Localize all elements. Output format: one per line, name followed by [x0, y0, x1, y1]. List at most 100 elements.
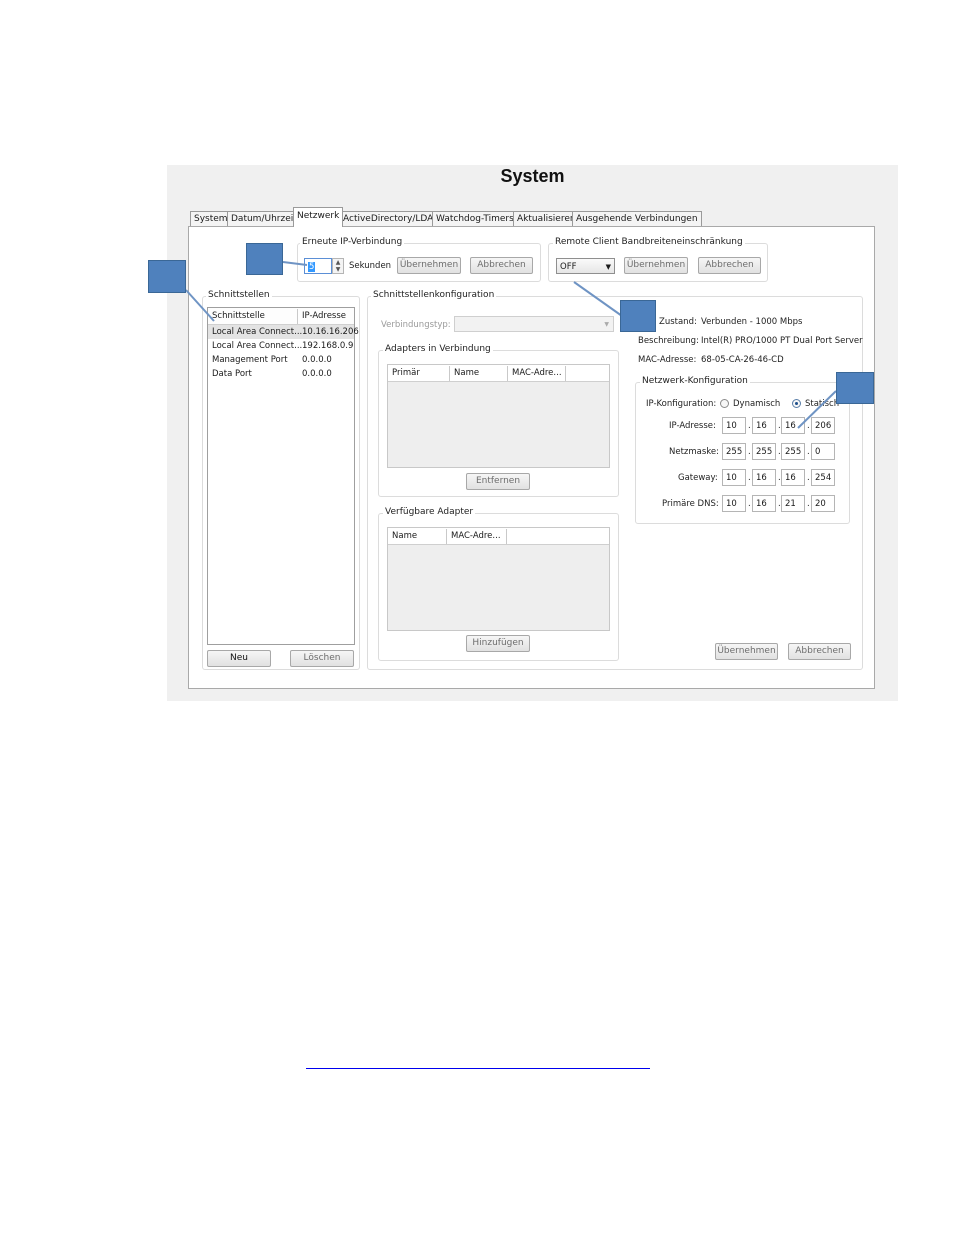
network-config-group-label: Netzwerk-Konfiguration: [640, 376, 750, 386]
mask-octet-2[interactable]: 255: [752, 443, 776, 460]
mac-value: 68-05-CA-26-46-CD: [701, 355, 784, 365]
column-header-mac[interactable]: MAC-Adre...: [508, 366, 566, 381]
interfaces-group-label: Schnittstellen: [206, 290, 272, 300]
bandwidth-select[interactable]: OFF ▼: [556, 258, 615, 274]
ip-config-label: IP-Konfiguration:: [646, 399, 717, 409]
reconnect-apply-button[interactable]: Übernehmen: [397, 257, 461, 274]
gateway-octet-2[interactable]: 16: [752, 469, 776, 486]
apply-button[interactable]: Übernehmen: [715, 643, 778, 660]
dynamic-radio[interactable]: [720, 399, 729, 408]
radio-selected-dot: [795, 402, 798, 405]
mask-octet-1[interactable]: 255: [722, 443, 746, 460]
interface-ip: 192.168.0.9: [302, 341, 354, 351]
interface-name: Management Port: [212, 355, 288, 365]
reconnect-spinner[interactable]: ▲ ▼: [332, 258, 344, 274]
dns-octet-2[interactable]: 16: [752, 495, 776, 512]
spinner-up-icon[interactable]: ▲: [333, 259, 343, 266]
column-header-primaer[interactable]: Primär: [388, 366, 450, 381]
interface-name: Local Area Connect...: [212, 341, 303, 351]
interface-name: Data Port: [212, 369, 252, 379]
connected-adapters-label: Adapters in Verbindung: [383, 344, 493, 354]
reconnect-cancel-button[interactable]: Abbrechen: [470, 257, 533, 274]
remove-adapter-button[interactable]: Entfernen: [466, 473, 530, 490]
table-row[interactable]: Management Port 0.0.0.0: [208, 353, 354, 367]
interfaces-list[interactable]: Schnittstelle IP-Adresse Local Area Conn…: [207, 307, 359, 645]
interface-ip: 0.0.0.0: [302, 355, 332, 365]
tab-watchdog-timers[interactable]: Watchdog-Timers: [432, 211, 518, 226]
column-header-name[interactable]: Name: [450, 366, 508, 381]
state-value: Verbunden - 1000 Mbps: [701, 317, 803, 327]
available-adapters-list[interactable]: Name MAC-Adre...: [387, 527, 610, 631]
bandwidth-selected-value: OFF: [560, 262, 577, 272]
table-row[interactable]: Local Area Connect... 10.16.16.206: [208, 325, 359, 339]
dns-dot: .: [748, 499, 751, 509]
mask-octet-4[interactable]: 0: [811, 443, 835, 460]
chevron-down-icon: ▼: [604, 321, 609, 328]
connection-type-select[interactable]: ▼: [454, 316, 614, 332]
mask-dot: .: [807, 447, 810, 457]
tab-ausgehende-verbindungen[interactable]: Ausgehende Verbindungen: [572, 211, 702, 226]
callout-marker-bandwidth: [620, 300, 656, 332]
callout-marker-interfaces: [148, 260, 186, 293]
available-adapters-header: Name MAC-Adre...: [388, 528, 609, 545]
hyperlink-underline[interactable]: [306, 1068, 650, 1069]
bandwidth-group-label: Remote Client Bandbreiteneinschränkung: [553, 237, 745, 247]
ip-octet-3[interactable]: 16: [781, 417, 805, 434]
netmask-label: Netzmaske:: [669, 447, 720, 457]
connected-adapters-header: Primär Name MAC-Adre...: [388, 365, 609, 382]
static-radio[interactable]: [792, 399, 801, 408]
tab-datum-uhrzeit[interactable]: Datum/Uhrzeit: [227, 211, 301, 226]
table-row[interactable]: Local Area Connect... 192.168.0.9: [208, 339, 354, 353]
tab-aktualisieren[interactable]: Aktualisieren: [513, 211, 580, 226]
column-header-mac[interactable]: MAC-Adre...: [447, 529, 507, 544]
bandwidth-cancel-button[interactable]: Abbrechen: [698, 257, 761, 274]
interface-ip: 10.16.16.206: [302, 327, 359, 337]
tab-activedirectory-ldap[interactable]: ActiveDirectory/LDAP: [339, 211, 443, 226]
table-row[interactable]: Data Port 0.0.0.0: [208, 367, 354, 381]
ip-dot: .: [748, 421, 751, 431]
interface-ip: 0.0.0.0: [302, 369, 332, 379]
gateway-dot: .: [748, 473, 751, 483]
ip-octet-2[interactable]: 16: [752, 417, 776, 434]
cancel-button[interactable]: Abbrechen: [788, 643, 851, 660]
interfaces-list-header: Schnittstelle IP-Adresse: [208, 308, 354, 325]
column-header-schnittstelle[interactable]: Schnittstelle: [208, 309, 298, 324]
delete-interface-button[interactable]: Löschen: [290, 650, 354, 667]
ip-address-label: IP-Adresse:: [669, 421, 716, 431]
ip-dot: .: [807, 421, 810, 431]
reconnect-seconds-input[interactable]: 5: [304, 258, 332, 274]
gateway-octet-1[interactable]: 10: [722, 469, 746, 486]
seconds-label: Sekunden: [349, 261, 392, 271]
mask-octet-3[interactable]: 255: [781, 443, 805, 460]
interface-name: Local Area Connect...: [212, 327, 303, 337]
callout-marker-reconnect: [246, 243, 283, 275]
reconnect-seconds-value: 5: [308, 262, 316, 272]
callout-marker-static: [836, 372, 874, 404]
dns-octet-3[interactable]: 21: [781, 495, 805, 512]
gateway-octet-3[interactable]: 16: [781, 469, 805, 486]
dns-octet-4[interactable]: 20: [811, 495, 835, 512]
description-value: Intel(R) PRO/1000 PT Dual Port Server: [701, 336, 863, 346]
column-header-name[interactable]: Name: [388, 529, 447, 544]
dns-label: Primäre DNS:: [662, 499, 719, 509]
ip-octet-4[interactable]: 206: [811, 417, 835, 434]
new-interface-button[interactable]: Neu: [207, 650, 271, 667]
mask-dot: .: [748, 447, 751, 457]
spinner-down-icon[interactable]: ▼: [333, 266, 343, 273]
dynamic-label: Dynamisch: [733, 399, 781, 409]
connected-adapters-list[interactable]: Primär Name MAC-Adre...: [387, 364, 610, 468]
tab-system[interactable]: System: [190, 211, 232, 226]
ip-octet-1[interactable]: 10: [722, 417, 746, 434]
state-label: Zustand:: [659, 317, 697, 327]
add-adapter-button[interactable]: Hinzufügen: [466, 635, 530, 652]
bandwidth-apply-button[interactable]: Übernehmen: [624, 257, 688, 274]
description-label: Beschreibung:: [638, 336, 699, 346]
connection-type-label: Verbindungstyp:: [381, 320, 451, 330]
dns-octet-1[interactable]: 10: [722, 495, 746, 512]
interface-config-group-label: Schnittstellenkonfiguration: [371, 290, 497, 300]
column-header-ip-adresse[interactable]: IP-Adresse: [298, 309, 354, 324]
reconnect-group-label: Erneute IP-Verbindung: [300, 237, 405, 247]
mac-label: MAC-Adresse:: [638, 355, 697, 365]
gateway-octet-4[interactable]: 254: [811, 469, 835, 486]
tab-netzwerk[interactable]: Netzwerk: [293, 207, 344, 227]
